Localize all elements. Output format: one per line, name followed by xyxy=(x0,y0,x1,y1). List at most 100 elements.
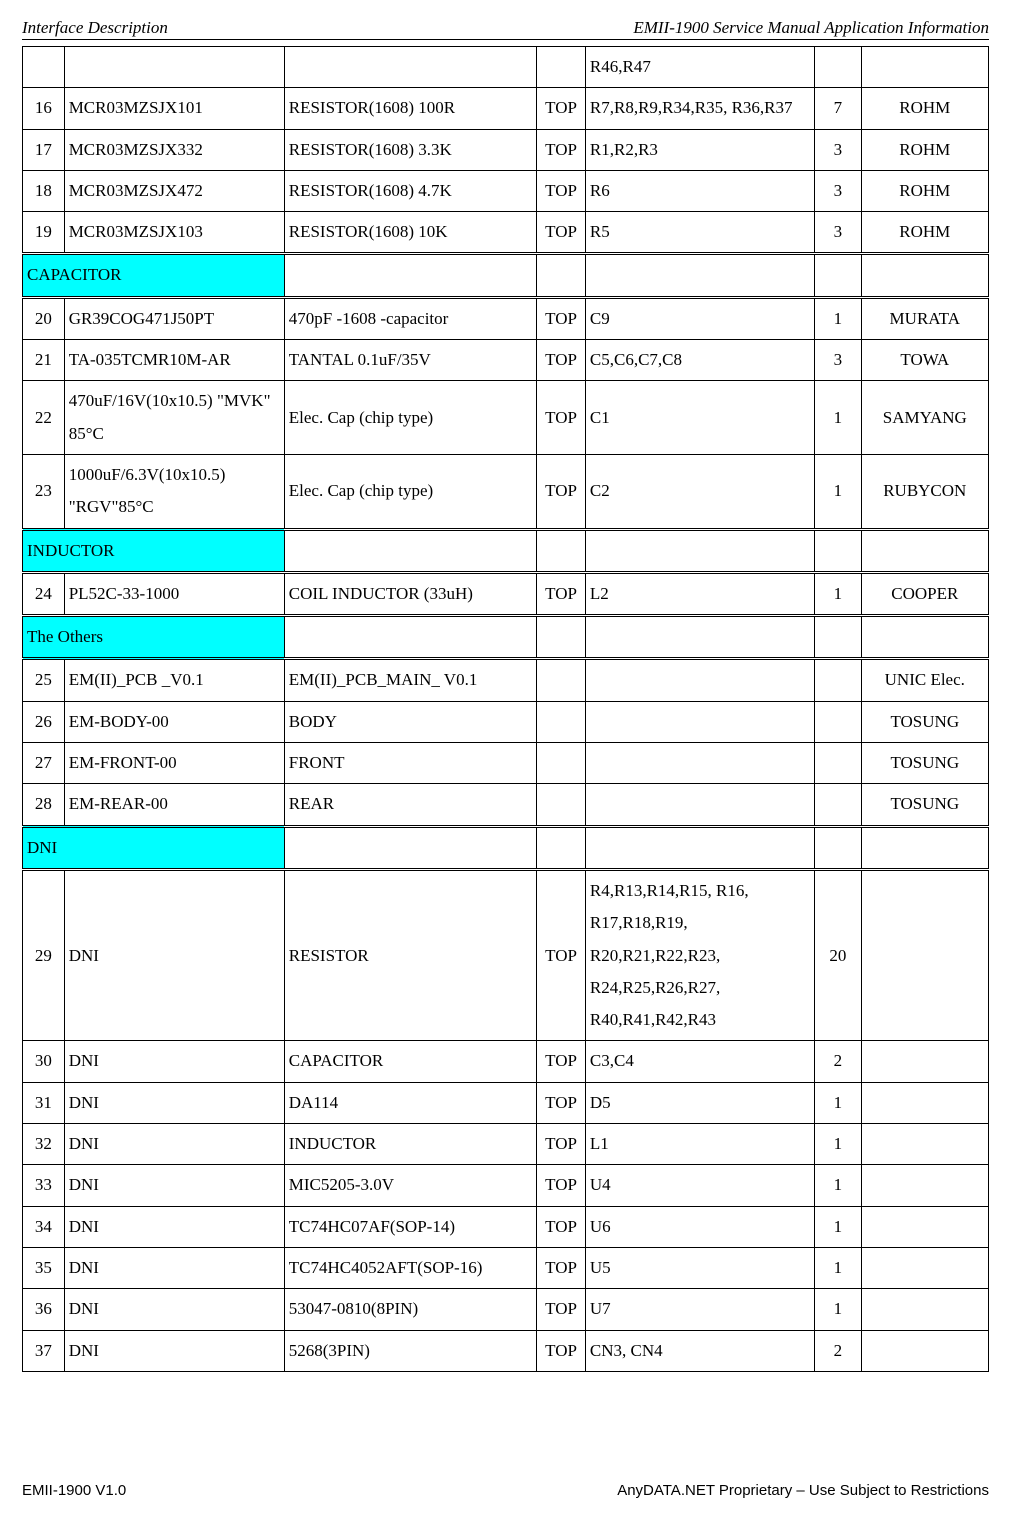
cell-no: 24 xyxy=(23,572,65,615)
cell-location xyxy=(537,784,586,826)
cell-description: DA114 xyxy=(284,1082,537,1123)
cell-part-number: 1000uF/6.3V(10x10.5) "RGV"85°C xyxy=(64,454,284,529)
cell-part-number xyxy=(64,47,284,88)
cell-part-number: DNI xyxy=(64,1289,284,1330)
section-row: CAPACITOR xyxy=(23,254,989,297)
cell-description: COIL INDUCTOR (33uH) xyxy=(284,572,537,615)
section-label: CAPACITOR xyxy=(27,265,121,284)
cell-manufacturer: COOPER xyxy=(861,572,988,615)
cell-part-number: TA-035TCMR10M-AR xyxy=(64,340,284,381)
cell-no: 33 xyxy=(23,1165,65,1206)
cell-reference xyxy=(585,659,814,701)
cell-location: TOP xyxy=(537,1247,586,1288)
section-row: The Others xyxy=(23,616,989,659)
cell-qty: 2 xyxy=(815,1041,861,1082)
cell-reference: C2 xyxy=(585,454,814,529)
cell-reference xyxy=(585,701,814,742)
cell-part-number: MCR03MZSJX472 xyxy=(64,170,284,211)
cell-no: 22 xyxy=(23,381,65,455)
cell-location xyxy=(537,47,586,88)
cell-part-number: GR39COG471J50PT xyxy=(64,297,284,339)
cell-reference xyxy=(585,743,814,784)
section-label: DNI xyxy=(27,838,57,857)
cell-description: Elec. Cap (chip type) xyxy=(284,381,537,455)
cell-part-number: EM(II)_PCB _V0.1 xyxy=(64,659,284,701)
cell-description: RESISTOR(1608) 10K xyxy=(284,212,537,254)
cell-manufacturer: ROHM xyxy=(861,170,988,211)
cell-manufacturer: ROHM xyxy=(861,88,988,129)
cell-location: TOP xyxy=(537,129,586,170)
table-row: 21TA-035TCMR10M-ARTANTAL 0.1uF/35VTOPC5,… xyxy=(23,340,989,381)
table-row: 35DNITC74HC4052AFT(SOP-16)TOPU51 xyxy=(23,1247,989,1288)
cell-qty xyxy=(815,743,861,784)
cell-location: TOP xyxy=(537,212,586,254)
cell-qty: 7 xyxy=(815,88,861,129)
cell-qty: 1 xyxy=(815,1124,861,1165)
cell-manufacturer xyxy=(861,869,988,1040)
cell-manufacturer xyxy=(861,1165,988,1206)
table-row: 32DNIINDUCTORTOPL11 xyxy=(23,1124,989,1165)
cell-location xyxy=(537,743,586,784)
cell-reference: L1 xyxy=(585,1124,814,1165)
cell-description: RESISTOR(1608) 3.3K xyxy=(284,129,537,170)
cell-description: 470pF -1608 -capacitor xyxy=(284,297,537,339)
cell-part-number: DNI xyxy=(64,1041,284,1082)
cell-location: TOP xyxy=(537,1330,586,1371)
cell-part-number: MCR03MZSJX332 xyxy=(64,129,284,170)
cell-part-number: DNI xyxy=(64,1206,284,1247)
cell-qty: 2 xyxy=(815,1330,861,1371)
cell-location xyxy=(537,701,586,742)
cell-manufacturer xyxy=(861,1289,988,1330)
cell-qty: 1 xyxy=(815,572,861,615)
bom-table: R46,R4716MCR03MZSJX101RESISTOR(1608) 100… xyxy=(22,46,989,1372)
cell-description: REAR xyxy=(284,784,537,826)
cell-reference: U4 xyxy=(585,1165,814,1206)
cell-part-number: DNI xyxy=(64,1165,284,1206)
cell-location: TOP xyxy=(537,1289,586,1330)
cell-no: 35 xyxy=(23,1247,65,1288)
cell-qty: 1 xyxy=(815,297,861,339)
cell-description: EM(II)_PCB_MAIN_ V0.1 xyxy=(284,659,537,701)
cell-reference: R5 xyxy=(585,212,814,254)
cell-description: TANTAL 0.1uF/35V xyxy=(284,340,537,381)
cell-reference: CN3, CN4 xyxy=(585,1330,814,1371)
cell-reference: R4,R13,R14,R15, R16, R17,R18,R19, R20,R2… xyxy=(585,869,814,1040)
table-row: 20GR39COG471J50PT470pF -1608 -capacitorT… xyxy=(23,297,989,339)
header-left: Interface Description xyxy=(22,18,168,38)
cell-no xyxy=(23,47,65,88)
cell-part-number: DNI xyxy=(64,1124,284,1165)
table-row: 37DNI5268(3PIN)TOPCN3, CN42 xyxy=(23,1330,989,1371)
table-row: 19MCR03MZSJX103RESISTOR(1608) 10KTOPR53R… xyxy=(23,212,989,254)
cell-part-number: DNI xyxy=(64,869,284,1040)
cell-description: 5268(3PIN) xyxy=(284,1330,537,1371)
cell-qty: 1 xyxy=(815,1247,861,1288)
cell-location: TOP xyxy=(537,88,586,129)
cell-manufacturer: RUBYCON xyxy=(861,454,988,529)
cell-description: BODY xyxy=(284,701,537,742)
table-row: 26EM-BODY-00BODYTOSUNG xyxy=(23,701,989,742)
cell-part-number: DNI xyxy=(64,1330,284,1371)
footer-left: EMII-1900 V1.0 xyxy=(22,1482,126,1499)
cell-part-number: DNI xyxy=(64,1247,284,1288)
cell-reference: L2 xyxy=(585,572,814,615)
page-header: Interface Description EMII-1900 Service … xyxy=(22,18,989,40)
table-row: 36DNI53047-0810(8PIN)TOPU71 xyxy=(23,1289,989,1330)
table-row: 231000uF/6.3V(10x10.5) "RGV"85°CElec. Ca… xyxy=(23,454,989,529)
table-row: 34DNITC74HC07AF(SOP-14)TOPU61 xyxy=(23,1206,989,1247)
cell-manufacturer: UNIC Elec. xyxy=(861,659,988,701)
cell-description: MIC5205-3.0V xyxy=(284,1165,537,1206)
cell-description: 53047-0810(8PIN) xyxy=(284,1289,537,1330)
cell-location: TOP xyxy=(537,1206,586,1247)
cell-no: 30 xyxy=(23,1041,65,1082)
cell-description: RESISTOR(1608) 4.7K xyxy=(284,170,537,211)
cell-qty: 1 xyxy=(815,1165,861,1206)
cell-no: 16 xyxy=(23,88,65,129)
cell-manufacturer xyxy=(861,47,988,88)
table-row: 16MCR03MZSJX101RESISTOR(1608) 100RTOPR7,… xyxy=(23,88,989,129)
cell-description: INDUCTOR xyxy=(284,1124,537,1165)
cell-no: 21 xyxy=(23,340,65,381)
cell-reference: C5,C6,C7,C8 xyxy=(585,340,814,381)
cell-no: 29 xyxy=(23,869,65,1040)
cell-location: TOP xyxy=(537,297,586,339)
cell-part-number: EM-REAR-00 xyxy=(64,784,284,826)
